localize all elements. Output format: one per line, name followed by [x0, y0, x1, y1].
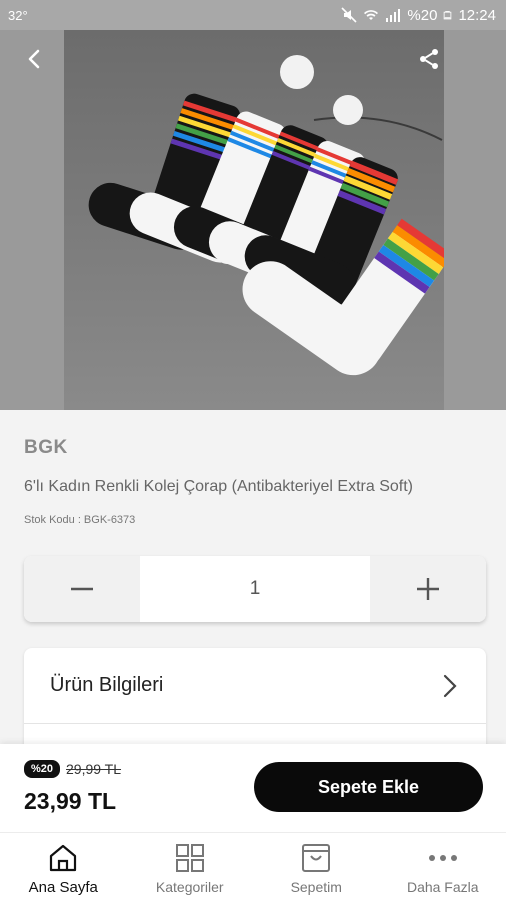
bottom-navigation: Ana Sayfa Kategoriler Sepetim Daha Fazla	[0, 832, 506, 900]
signal-icon	[386, 9, 401, 22]
nav-item-cart[interactable]: Sepetim	[253, 833, 380, 900]
status-temperature: 32°	[8, 7, 28, 23]
nav-item-home[interactable]: Ana Sayfa	[0, 833, 127, 900]
product-title: 6'lı Kadın Renkli Kolej Çorap (Antibakte…	[24, 478, 414, 495]
share-icon	[420, 49, 438, 69]
nav-item-more[interactable]: Daha Fazla	[380, 833, 506, 900]
add-to-cart-button[interactable]: Sepete Ekle	[254, 762, 483, 812]
stock-code: Stok Kodu : BGK-6373	[24, 514, 136, 526]
status-battery-percent: %20	[407, 6, 438, 24]
old-price: 29,99 TL	[66, 761, 122, 777]
product-image-area[interactable]	[0, 30, 506, 410]
wifi-icon	[364, 10, 379, 20]
nav-label-categories: Kategoriler	[155, 879, 224, 895]
minus-icon	[71, 587, 93, 591]
purchase-bar: %20 29,99 TL 23,99 TL Sepete Ekle	[0, 744, 506, 832]
bag-icon	[302, 844, 331, 872]
share-button[interactable]	[412, 42, 446, 76]
product-photo	[64, 30, 444, 410]
increase-quantity-button[interactable]	[370, 556, 486, 622]
decrease-quantity-button[interactable]	[24, 556, 140, 622]
quantity-value[interactable]: 1	[140, 556, 370, 622]
nav-item-categories[interactable]: Kategoriler	[127, 833, 254, 900]
socks-illustration	[64, 30, 444, 410]
status-bar: 32° %20 12:24	[0, 0, 506, 30]
nav-label-cart: Sepetim	[290, 879, 342, 895]
nav-label-more: Daha Fazla	[406, 879, 479, 895]
more-dots-icon	[428, 855, 457, 861]
status-time: 12:24	[458, 6, 496, 24]
plus-icon	[417, 578, 439, 600]
chevron-right-icon	[443, 674, 457, 697]
discount-badge: %20	[24, 760, 61, 778]
home-icon	[50, 844, 77, 872]
new-price: 23,99 TL	[24, 788, 117, 814]
chevron-left-icon	[28, 49, 40, 69]
back-button[interactable]	[18, 42, 52, 76]
status-right: %20 12:24	[341, 7, 496, 24]
brand-name[interactable]: BGK	[24, 437, 68, 459]
product-details-label: Ürün Bilgileri	[50, 674, 164, 696]
grid-icon	[175, 844, 204, 872]
battery-icon	[444, 11, 452, 20]
nav-label-home: Ana Sayfa	[28, 879, 98, 896]
mute-icon	[341, 7, 357, 23]
product-details-row[interactable]: Ürün Bilgileri	[24, 648, 486, 724]
quantity-stepper: 1	[24, 556, 486, 622]
